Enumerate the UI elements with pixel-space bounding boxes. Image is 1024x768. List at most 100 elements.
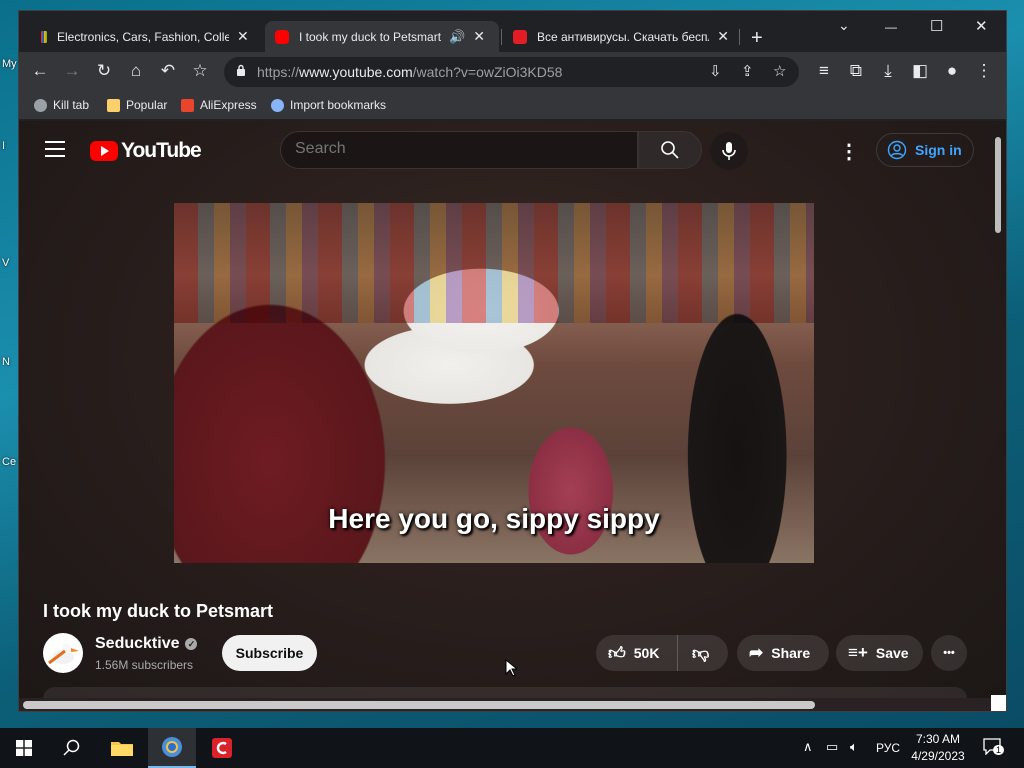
- home-icon[interactable]: ⌂: [126, 61, 146, 81]
- bookmark-import[interactable]: Import bookmarks: [271, 98, 386, 112]
- save-button[interactable]: ≡+ Save: [836, 635, 923, 671]
- show-hidden-icons-icon[interactable]: ∧: [803, 739, 813, 755]
- lock-icon: [237, 64, 245, 76]
- forward-icon[interactable]: →: [62, 61, 82, 81]
- taskbar-search-button[interactable]: [48, 728, 96, 768]
- thumbs-down-icon: 👎︎: [692, 643, 710, 663]
- like-button[interactable]: 👍︎ 50K: [596, 635, 678, 671]
- close-window-button[interactable]: ✕: [975, 17, 988, 35]
- sign-in-label: Sign in: [915, 142, 962, 158]
- url-path: /watch?v=owZiOi3KD58: [412, 64, 563, 80]
- menu-kebab-icon[interactable]: ⋮: [974, 61, 994, 81]
- vertical-scroll-thumb[interactable]: [995, 137, 1001, 233]
- save-label: Save: [875, 645, 909, 661]
- address-bar[interactable]: https://www.youtube.com/watch?v=owZiOi3K…: [224, 57, 799, 87]
- tab-separator: [501, 29, 502, 45]
- start-button[interactable]: [0, 728, 48, 768]
- youtube-page: YouTube ⋮ Sign in Here you go, sippy sip…: [19, 121, 1006, 711]
- close-tab-icon[interactable]: ✕: [473, 28, 485, 45]
- search-button[interactable]: [638, 131, 702, 169]
- maximize-button[interactable]: ☐: [930, 17, 943, 35]
- undo-close-icon[interactable]: ↶: [158, 61, 178, 81]
- youtube-wordmark: YouTube: [121, 139, 202, 162]
- bookmark-star-icon[interactable]: ☆: [190, 61, 210, 81]
- url-text[interactable]: https://www.youtube.com/watch?v=owZiOi3K…: [257, 64, 562, 80]
- clock[interactable]: 7:30 AM 4/29/2023: [908, 731, 968, 765]
- voice-search-button[interactable]: [710, 132, 748, 170]
- bookmark-label: Popular: [126, 98, 168, 112]
- channel-name-text: Seducktive: [95, 635, 180, 652]
- vertical-scrollbar[interactable]: [993, 123, 1003, 711]
- input-language-indicator[interactable]: РУС: [876, 741, 900, 755]
- search-icon: [661, 141, 679, 159]
- more-actions-button[interactable]: •••: [931, 635, 967, 671]
- youtube-logo[interactable]: YouTube: [90, 139, 202, 163]
- bookmark-kill-tab[interactable]: Kill tab: [34, 98, 89, 112]
- tab-separator: [739, 29, 740, 45]
- aliexpress-icon: [181, 98, 194, 112]
- search-input[interactable]: [295, 140, 615, 158]
- subscribe-button[interactable]: Subscribe: [222, 635, 317, 671]
- profile-icon[interactable]: ●: [942, 61, 962, 81]
- new-tab-button[interactable]: +: [751, 27, 763, 50]
- channel-avatar[interactable]: [43, 633, 83, 673]
- back-icon[interactable]: ←: [30, 61, 50, 81]
- share-button[interactable]: ➦ Share: [737, 635, 829, 671]
- bookmark-label: AliExpress: [200, 98, 257, 112]
- thumbs-up-icon: 👍︎: [608, 643, 626, 663]
- reading-list-icon[interactable]: ≡: [814, 61, 834, 81]
- star-icon[interactable]: ☆: [773, 62, 786, 80]
- hamburger-menu-icon[interactable]: [45, 141, 65, 157]
- folder-icon: [107, 98, 120, 112]
- reload-icon[interactable]: ↻: [94, 61, 114, 81]
- app-taskbar-button[interactable]: [198, 728, 246, 768]
- bookmark-label: Kill tab: [53, 98, 90, 112]
- youtube-favicon-icon: [275, 29, 289, 44]
- horizontal-scroll-thumb[interactable]: [23, 701, 815, 709]
- clock-date: 4/29/2023: [911, 749, 965, 763]
- url-scheme: https://: [257, 64, 300, 80]
- youtube-play-icon: [90, 141, 118, 161]
- windows-logo-icon: [16, 740, 32, 756]
- horizontal-scrollbar[interactable]: [19, 698, 991, 711]
- tab-title: Все антивирусы. Скачать беспл: [537, 29, 710, 44]
- tab-youtube[interactable]: I took my duck to Petsmart 🔊 ✕: [265, 21, 499, 52]
- browser-toolbar: ← → ↻ ⌂ ↶ ☆ https://www.youtube.com/watc…: [19, 52, 1006, 92]
- tab-title: Electronics, Cars, Fashion, Collecti: [57, 29, 229, 44]
- install-app-icon[interactable]: ⇩: [709, 62, 722, 80]
- minimize-button[interactable]: —: [885, 20, 897, 34]
- bookmark-popular[interactable]: Popular: [107, 98, 167, 112]
- tab-ebay[interactable]: Electronics, Cars, Fashion, Collecti ✕: [31, 21, 263, 52]
- close-tab-icon[interactable]: ✕: [237, 28, 249, 45]
- bookmark-aliexpress[interactable]: AliExpress: [181, 98, 257, 112]
- microphone-icon: [722, 142, 736, 160]
- network-icon[interactable]: ▭: [826, 739, 838, 755]
- crop-icon[interactable]: ⧉: [846, 61, 866, 81]
- chrome-taskbar-button[interactable]: [148, 728, 196, 768]
- download-icon[interactable]: ⤓: [878, 61, 898, 81]
- channel-name[interactable]: Seducktive ✓: [95, 635, 198, 653]
- video-player[interactable]: Here you go, sippy sippy: [174, 203, 814, 563]
- browser-window: Electronics, Cars, Fashion, Collecti ✕ I…: [18, 10, 1007, 712]
- settings-kebab-icon[interactable]: ⋮: [839, 139, 859, 164]
- clock-time: 7:30 AM: [915, 732, 961, 746]
- url-host: www.youtube.com: [299, 64, 413, 80]
- sidebar-icon[interactable]: ◧: [910, 61, 930, 81]
- file-explorer-button[interactable]: [98, 728, 146, 768]
- close-tab-icon[interactable]: ✕: [717, 28, 729, 45]
- share-page-icon[interactable]: ⇪: [741, 62, 754, 80]
- video-frame-image: [174, 203, 814, 323]
- tab-antivirus[interactable]: Все антивирусы. Скачать беспл ✕: [503, 21, 739, 52]
- desktop-label-2: I: [2, 140, 6, 152]
- speaker-icon[interactable]: 🔊: [449, 29, 465, 45]
- red-app-icon: [212, 738, 232, 758]
- desktop-label-1: My: [2, 58, 17, 70]
- share-label: Share: [771, 645, 811, 661]
- notification-center-button[interactable]: 1: [983, 737, 1005, 758]
- search-icon: [63, 739, 80, 756]
- volume-icon[interactable]: 🔈︎: [850, 739, 858, 755]
- tab-search-icon[interactable]: ⌄: [838, 17, 850, 34]
- desktop-label-5: Ce: [2, 456, 17, 468]
- dislike-button[interactable]: 👎︎: [678, 643, 717, 664]
- sign-in-button[interactable]: Sign in: [876, 133, 974, 167]
